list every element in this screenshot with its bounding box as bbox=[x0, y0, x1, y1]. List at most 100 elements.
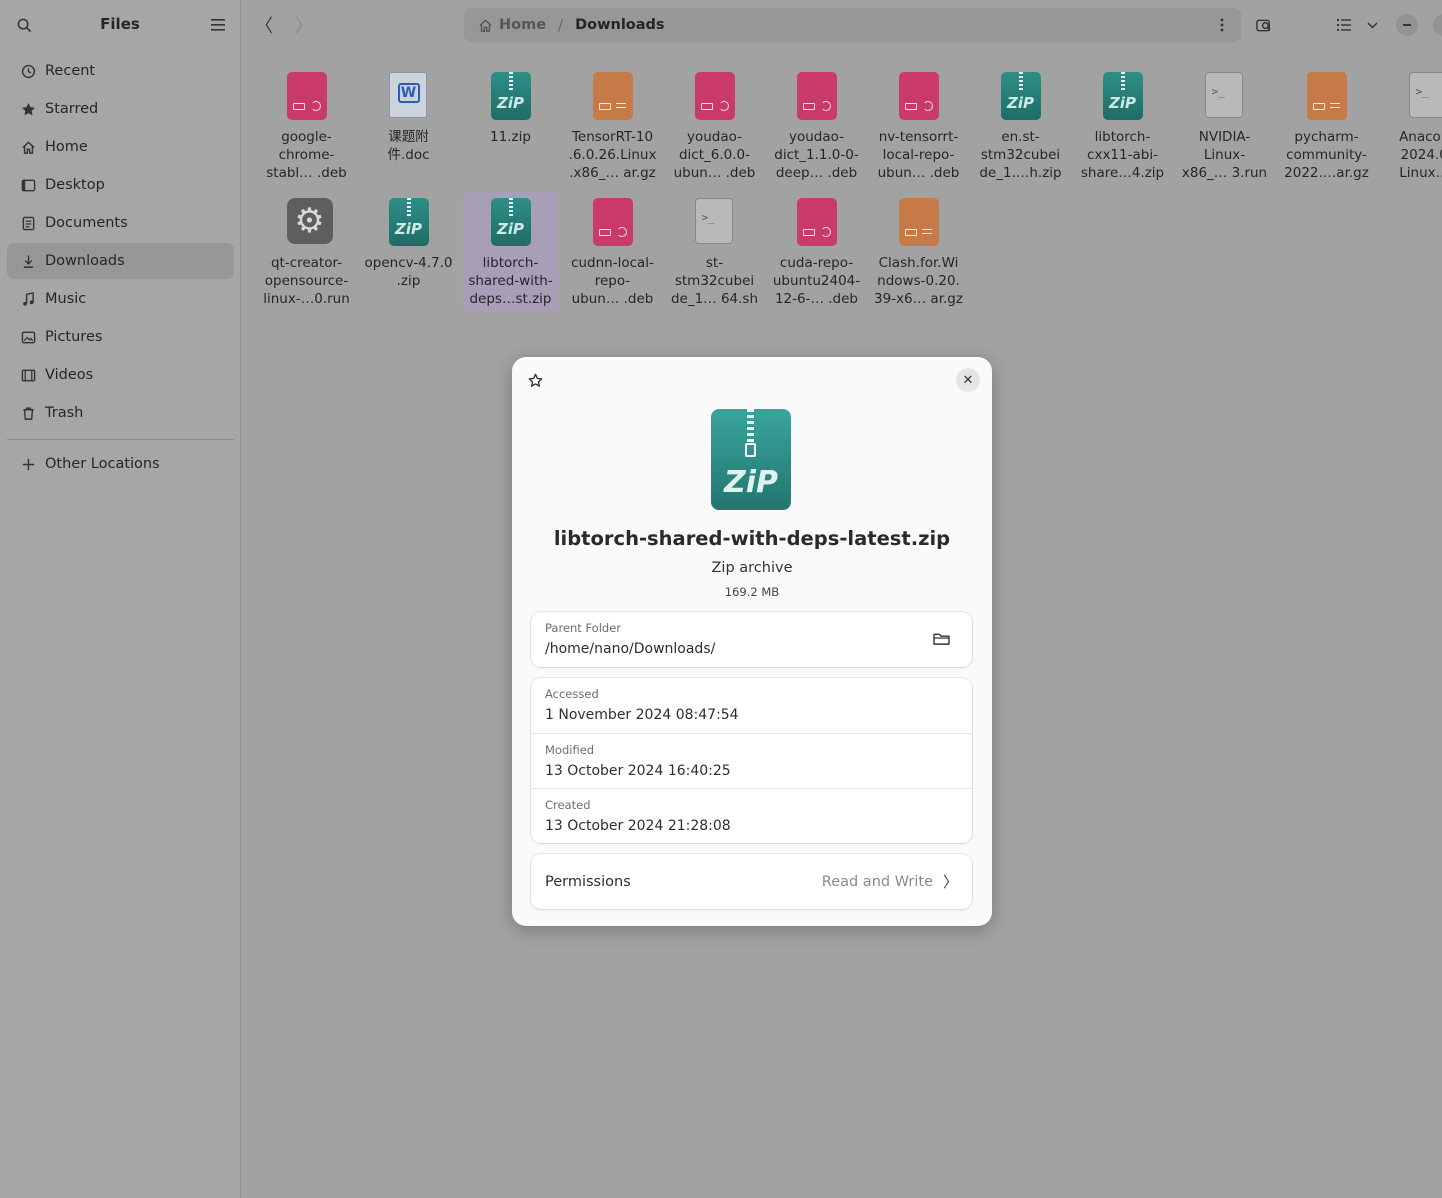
open-parent-folder-button[interactable] bbox=[930, 629, 952, 649]
permissions-value: Read and Write bbox=[821, 873, 933, 890]
file-item[interactable]: >_ Anacond 2024.06 Linux…6 bbox=[1381, 66, 1442, 182]
star-button[interactable] bbox=[524, 369, 546, 391]
sidebar-item-trash[interactable]: Trash bbox=[7, 395, 234, 431]
chevron-down-icon bbox=[1366, 21, 1378, 29]
sidebar-item-label: Other Locations bbox=[45, 456, 160, 472]
file-item[interactable]: youdao- dict_1.1.0-0- deep… .deb bbox=[769, 66, 864, 182]
deb-package-icon bbox=[286, 72, 327, 120]
folder-menu-button[interactable] bbox=[1209, 12, 1235, 38]
chevron-right-icon: 〉 bbox=[295, 16, 313, 37]
file-item[interactable]: >_ st- stm32cubei de_1… 64.sh bbox=[667, 192, 762, 308]
file-item[interactable]: ZiP libtorch- cxx11-abi- share…4.zip bbox=[1075, 66, 1170, 182]
sidebar-item-label: Trash bbox=[45, 405, 84, 421]
sidebar-item-home[interactable]: Home bbox=[7, 129, 234, 165]
accessed-label: Accessed bbox=[545, 687, 599, 701]
maximize-button[interactable] bbox=[1431, 12, 1442, 38]
file-item-label: youdao- dict_6.0.0- ubun… .deb bbox=[673, 129, 756, 181]
file-item-label: en.st- stm32cubei de_1.…h.zip bbox=[979, 129, 1062, 181]
file-item[interactable]: W 课题附 件.doc bbox=[361, 66, 456, 164]
zipper-pull-graphic bbox=[745, 443, 756, 457]
sidebar-item-pictures[interactable]: Pictures bbox=[7, 319, 234, 355]
zip-file-icon: ZiP bbox=[490, 72, 531, 120]
file-item[interactable]: nv-tensorrt- local-repo- ubun… .deb bbox=[871, 66, 966, 182]
file-item[interactable]: ZiP opencv-4.7.0 .zip bbox=[361, 192, 456, 290]
tar-archive-icon bbox=[898, 198, 939, 246]
sidebar-item-label: Desktop bbox=[45, 177, 105, 193]
file-type: Zip archive bbox=[711, 560, 793, 576]
sidebar-item-videos[interactable]: Videos bbox=[7, 357, 234, 393]
sidebar-item-label: Downloads bbox=[45, 253, 125, 269]
script-file-icon: >_ bbox=[1204, 72, 1245, 120]
minimize-button[interactable] bbox=[1394, 12, 1420, 38]
file-item[interactable]: pycharm- community- 2022.…ar.gz bbox=[1279, 66, 1374, 182]
music-icon bbox=[20, 291, 36, 307]
search-folder-icon bbox=[1255, 19, 1271, 32]
file-item[interactable]: ZiP 11.zip bbox=[463, 66, 558, 146]
file-item[interactable]: Clash.for.Wi ndows-0.20. 39-x6… ar.gz bbox=[871, 192, 966, 308]
deb-package-icon bbox=[796, 72, 837, 120]
file-item[interactable]: cudnn-local- repo- ubun… .deb bbox=[565, 192, 660, 308]
created-row: Created 13 October 2024 21:28:08 bbox=[531, 788, 972, 843]
file-item[interactable]: cuda-repo- ubuntu2404- 12-6-… .deb bbox=[769, 192, 864, 308]
file-item[interactable]: ZiP libtorch- shared-with- deps…st.zip bbox=[463, 192, 558, 312]
file-item[interactable]: TensorRT-10 .6.0.26.Linux .x86_… ar.gz bbox=[565, 66, 660, 182]
permissions-row[interactable]: Permissions Read and Write 〉 bbox=[531, 854, 972, 909]
hamburger-icon bbox=[211, 19, 225, 31]
videos-icon bbox=[20, 367, 36, 383]
timestamps-card: Accessed 1 November 2024 08:47:54 Modifi… bbox=[531, 678, 972, 843]
script-file-icon: >_ bbox=[694, 198, 735, 246]
file-item[interactable]: ⚙ qt-creator- opensource- linux-…0.run bbox=[259, 192, 354, 308]
breadcrumb-home-label: Home bbox=[499, 17, 547, 33]
close-button[interactable]: ✕ bbox=[956, 368, 980, 392]
sidebar-item-recent[interactable]: Recent bbox=[7, 53, 234, 89]
parent-folder-card: Parent Folder /home/nano/Downloads/ bbox=[531, 612, 972, 667]
file-item[interactable]: google- chrome- stabl… .deb bbox=[259, 66, 354, 182]
tar-archive-icon bbox=[1306, 72, 1347, 120]
minimize-icon bbox=[1396, 14, 1418, 36]
pictures-icon bbox=[20, 329, 36, 345]
close-icon: ✕ bbox=[962, 372, 974, 388]
search-folder-button[interactable] bbox=[1251, 12, 1277, 38]
sidebar-item-music[interactable]: Music bbox=[7, 281, 234, 317]
breadcrumb-home[interactable]: Home bbox=[478, 17, 546, 33]
kebab-menu-icon bbox=[1220, 18, 1224, 32]
list-view-icon bbox=[1337, 19, 1351, 31]
desktop-icon bbox=[20, 177, 36, 193]
folder-icon bbox=[932, 633, 950, 645]
file-item-label: Anacond 2024.06 Linux…6 bbox=[1399, 129, 1442, 181]
file-item-label: TensorRT-10 .6.0.26.Linux .x86_… ar.gz bbox=[568, 129, 657, 181]
file-name: libtorch-shared-with-deps-latest.zip bbox=[553, 527, 951, 550]
sidebar-item-label: Home bbox=[45, 139, 88, 155]
breadcrumb-current[interactable]: Downloads bbox=[575, 17, 664, 33]
file-item-label: cuda-repo- ubuntu2404- 12-6-… .deb bbox=[772, 255, 861, 307]
clock-icon bbox=[20, 63, 36, 79]
file-item[interactable]: ZiP en.st- stm32cubei de_1.…h.zip bbox=[973, 66, 1068, 182]
file-item[interactable]: youdao- dict_6.0.0- ubun… .deb bbox=[667, 66, 762, 182]
accessed-row: Accessed 1 November 2024 08:47:54 bbox=[531, 678, 972, 733]
maximize-icon bbox=[1433, 14, 1442, 36]
file-size: 169.2 MB bbox=[724, 585, 780, 599]
file-item[interactable]: >_ NVIDIA- Linux- x86_… 3.run bbox=[1177, 66, 1272, 182]
sidebar-item-documents[interactable]: Documents bbox=[7, 205, 234, 241]
sidebar-item-desktop[interactable]: Desktop bbox=[7, 167, 234, 203]
forward-button[interactable]: 〉 bbox=[291, 12, 317, 38]
places-list: Recent Starred Home Desktop Documents Do… bbox=[7, 53, 234, 484]
file-item-label: pycharm- community- 2022.…ar.gz bbox=[1284, 129, 1369, 181]
view-options-button[interactable] bbox=[1359, 12, 1385, 38]
sidebar-item-label: Documents bbox=[45, 215, 128, 231]
file-item-label: NVIDIA- Linux- x86_… 3.run bbox=[1181, 129, 1268, 181]
permissions-card: Permissions Read and Write 〉 bbox=[531, 854, 972, 909]
sidebar-item-downloads[interactable]: Downloads bbox=[7, 243, 234, 279]
sidebar-item-other-locations[interactable]: Other Locations bbox=[7, 446, 234, 482]
file-item-label: 课题附 件.doc bbox=[387, 129, 430, 163]
home-icon bbox=[20, 139, 36, 155]
back-button[interactable]: 〈 bbox=[251, 12, 277, 38]
zipper-graphic bbox=[747, 409, 754, 445]
file-item-label: youdao- dict_1.1.0-0- deep… .deb bbox=[774, 129, 859, 181]
sidebar-item-starred[interactable]: Starred bbox=[7, 91, 234, 127]
sidebar-item-label: Music bbox=[45, 291, 87, 307]
list-view-button[interactable] bbox=[1331, 12, 1357, 38]
main-menu-button[interactable] bbox=[205, 12, 231, 38]
script-file-icon: >_ bbox=[1408, 72, 1442, 120]
created-label: Created bbox=[545, 798, 591, 812]
